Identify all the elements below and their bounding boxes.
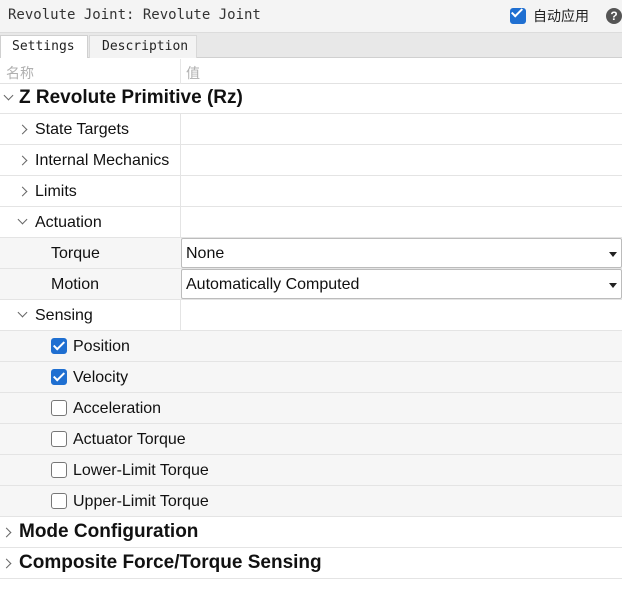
dropdown-arrow-icon[interactable] bbox=[609, 252, 617, 257]
section-mode-configuration[interactable]: Mode Configuration bbox=[0, 517, 622, 548]
help-icon[interactable]: ? bbox=[606, 8, 622, 24]
section-primitive[interactable]: Z Revolute Primitive (Rz) bbox=[0, 83, 622, 114]
chevron-right-icon[interactable] bbox=[17, 186, 28, 197]
chevron-down-icon[interactable] bbox=[3, 90, 14, 101]
auto-apply-checkbox[interactable] bbox=[510, 8, 526, 24]
window-title: Revolute Joint: Revolute Joint bbox=[8, 7, 261, 23]
torque-selected-value: None bbox=[186, 245, 225, 262]
sensing-option-velocity[interactable]: Velocity bbox=[0, 362, 622, 393]
tab-bar: Settings Description bbox=[0, 33, 622, 58]
upper-limit-torque-label: Upper-Limit Torque bbox=[73, 493, 209, 510]
dropdown-arrow-icon[interactable] bbox=[609, 283, 617, 288]
torque-label: Torque bbox=[51, 245, 100, 262]
actuator-torque-checkbox[interactable] bbox=[51, 431, 67, 447]
column-divider[interactable] bbox=[180, 59, 181, 84]
section-composite-sensing[interactable]: Composite Force/Torque Sensing bbox=[0, 548, 622, 579]
auto-apply-label: 自动应用 bbox=[533, 9, 589, 25]
position-label: Position bbox=[73, 338, 130, 355]
lower-limit-torque-label: Lower-Limit Torque bbox=[73, 462, 209, 479]
motion-label: Motion bbox=[51, 276, 100, 293]
tree-row-limits[interactable]: Limits bbox=[0, 176, 622, 207]
acceleration-label: Acceleration bbox=[73, 400, 162, 417]
chevron-down-icon[interactable] bbox=[17, 214, 28, 225]
acceleration-checkbox[interactable] bbox=[51, 400, 67, 416]
tree-row-state-targets[interactable]: State Targets bbox=[0, 114, 622, 145]
motion-selected-value: Automatically Computed bbox=[186, 276, 360, 293]
composite-sensing-label: Composite Force/Torque Sensing bbox=[19, 552, 322, 573]
column-value-header: 值 bbox=[186, 66, 200, 82]
internal-mechanics-label: Internal Mechanics bbox=[35, 152, 170, 169]
sensing-option-upper-limit-torque[interactable]: Upper-Limit Torque bbox=[0, 486, 622, 517]
sensing-option-actuator-torque[interactable]: Actuator Torque bbox=[0, 424, 622, 455]
velocity-checkbox[interactable] bbox=[51, 369, 67, 385]
chevron-right-icon[interactable] bbox=[1, 527, 12, 538]
position-checkbox[interactable] bbox=[51, 338, 67, 354]
tree-row-torque: Torque None bbox=[0, 238, 622, 269]
limits-label: Limits bbox=[35, 183, 77, 200]
tab-settings[interactable]: Settings bbox=[0, 35, 88, 58]
chevron-right-icon[interactable] bbox=[17, 155, 28, 166]
auto-apply-toggle[interactable]: 自动应用 bbox=[510, 6, 589, 26]
actuation-label: Actuation bbox=[35, 214, 102, 231]
tree-row-internal-mechanics[interactable]: Internal Mechanics bbox=[0, 145, 622, 176]
tab-description[interactable]: Description bbox=[89, 35, 197, 58]
title-bar: Revolute Joint: Revolute Joint 自动应用 ? bbox=[0, 0, 622, 33]
actuator-torque-label: Actuator Torque bbox=[73, 431, 186, 448]
sensing-option-position[interactable]: Position bbox=[0, 331, 622, 362]
column-header: 名称 值 bbox=[0, 59, 622, 84]
state-targets-label: State Targets bbox=[35, 121, 129, 138]
column-name-header: 名称 bbox=[6, 66, 34, 82]
tree-row-motion: Motion Automatically Computed bbox=[0, 269, 622, 300]
tree-row-sensing[interactable]: Sensing bbox=[0, 300, 622, 331]
chevron-down-icon[interactable] bbox=[17, 307, 28, 318]
chevron-right-icon[interactable] bbox=[17, 124, 28, 135]
sensing-option-acceleration[interactable]: Acceleration bbox=[0, 393, 622, 424]
upper-limit-torque-checkbox[interactable] bbox=[51, 493, 67, 509]
velocity-label: Velocity bbox=[73, 369, 129, 386]
section-primitive-label: Z Revolute Primitive (Rz) bbox=[19, 87, 243, 108]
sensing-label: Sensing bbox=[35, 307, 93, 324]
sensing-option-lower-limit-torque[interactable]: Lower-Limit Torque bbox=[0, 455, 622, 486]
lower-limit-torque-checkbox[interactable] bbox=[51, 462, 67, 478]
motion-dropdown[interactable]: Automatically Computed bbox=[181, 269, 622, 299]
mode-configuration-label: Mode Configuration bbox=[19, 521, 199, 542]
tree-row-actuation[interactable]: Actuation bbox=[0, 207, 622, 238]
chevron-right-icon[interactable] bbox=[1, 558, 12, 569]
torque-dropdown[interactable]: None bbox=[181, 238, 622, 268]
